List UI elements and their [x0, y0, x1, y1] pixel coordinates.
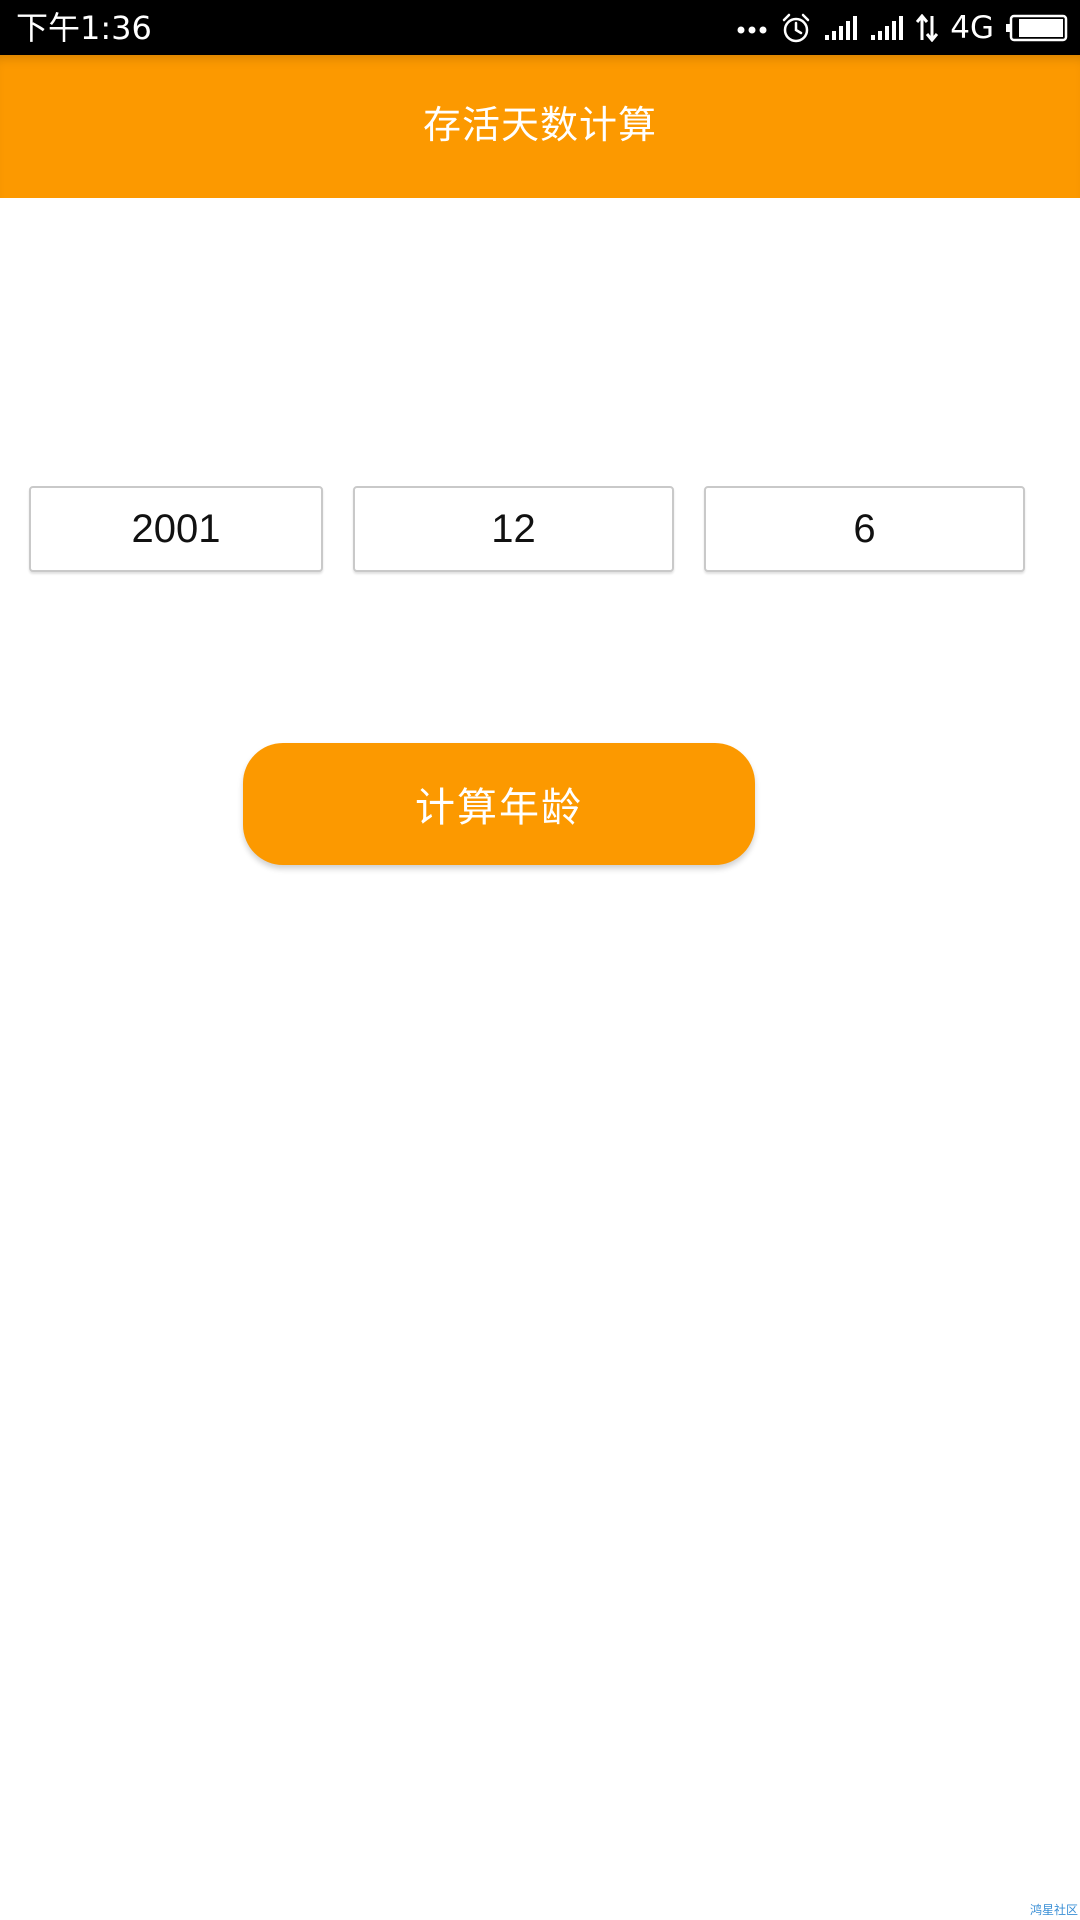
- status-bar: 下午1:36 4G: [0, 0, 1080, 55]
- more-dots-icon: [736, 21, 768, 35]
- signal-icon: [824, 15, 858, 41]
- battery-icon: [1006, 14, 1068, 42]
- year-input[interactable]: [29, 486, 323, 572]
- calculate-age-button[interactable]: 计算年龄: [243, 743, 755, 865]
- app-bar: 存活天数计算: [0, 55, 1080, 198]
- status-icons: 4G: [736, 8, 1068, 48]
- data-transfer-icon: [916, 14, 939, 42]
- alarm-icon: [780, 12, 812, 44]
- network-type: 4G: [950, 10, 994, 46]
- watermark: 鸿星社区: [1029, 1903, 1078, 1917]
- day-input[interactable]: [704, 486, 1025, 572]
- app-screen: 下午1:36 4G 存活天数计算 2001 12 6 计算年龄 鸿星社区: [0, 0, 1080, 1920]
- month-input[interactable]: [353, 486, 674, 572]
- page-title: 存活天数计算: [422, 103, 657, 147]
- status-time: 下午1:36: [16, 9, 152, 47]
- signal-icon: [870, 15, 904, 41]
